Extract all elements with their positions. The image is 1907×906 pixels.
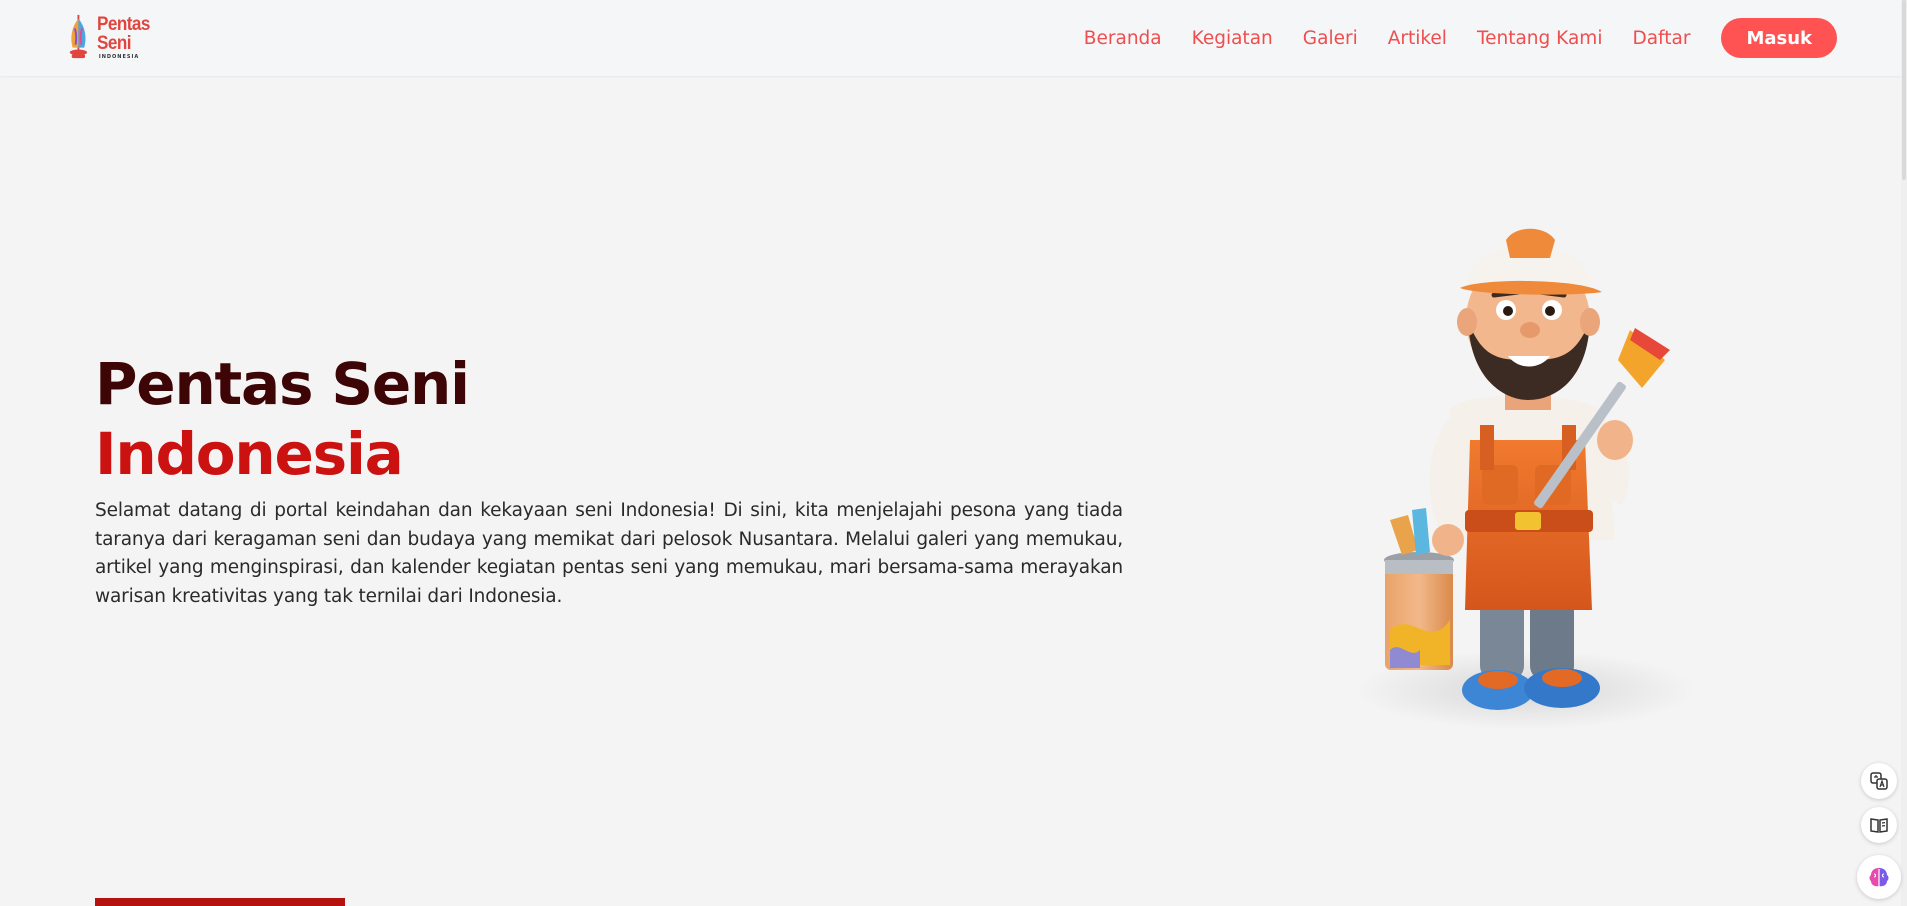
translate-icon (1870, 772, 1888, 790)
hero-title-line2: Indonesia (95, 420, 404, 488)
reader-button[interactable] (1861, 807, 1897, 843)
logo-icon (69, 14, 88, 59)
section-accent-bar (95, 898, 345, 906)
reader-icon (1870, 818, 1888, 833)
nav-kegiatan[interactable]: Kegiatan (1192, 28, 1273, 49)
site-header: Pentas Seni INDONESIA Beranda Kegiatan G… (0, 0, 1907, 76)
painter-illustration (1355, 228, 1695, 730)
nav-artikel[interactable]: Artikel (1388, 28, 1447, 49)
ai-brain-icon (1869, 868, 1889, 887)
translate-button[interactable] (1861, 763, 1897, 799)
hero-title-line1: Pentas Seni (95, 350, 470, 418)
hero-title: Pentas Seni Indonesia (95, 349, 470, 489)
site-logo[interactable]: Pentas Seni INDONESIA (64, 12, 194, 62)
nav-tentang-kami[interactable]: Tentang Kami (1477, 28, 1603, 49)
scrollbar-thumb[interactable] (1902, 0, 1906, 180)
hero-description: Selamat datang di portal keindahan dan k… (95, 500, 1123, 607)
nav-galeri[interactable]: Galeri (1303, 28, 1358, 49)
login-button[interactable]: Masuk (1721, 18, 1837, 58)
logo-subtitle: INDONESIA (98, 53, 140, 60)
scrollbar-track[interactable] (1901, 0, 1907, 906)
main-nav: Beranda Kegiatan Galeri Artikel Tentang … (1084, 17, 1837, 59)
logo-title: Pentas Seni (96, 13, 150, 54)
ai-assistant-button[interactable] (1857, 855, 1901, 899)
nav-beranda[interactable]: Beranda (1084, 28, 1162, 49)
nav-daftar[interactable]: Daftar (1632, 28, 1690, 49)
